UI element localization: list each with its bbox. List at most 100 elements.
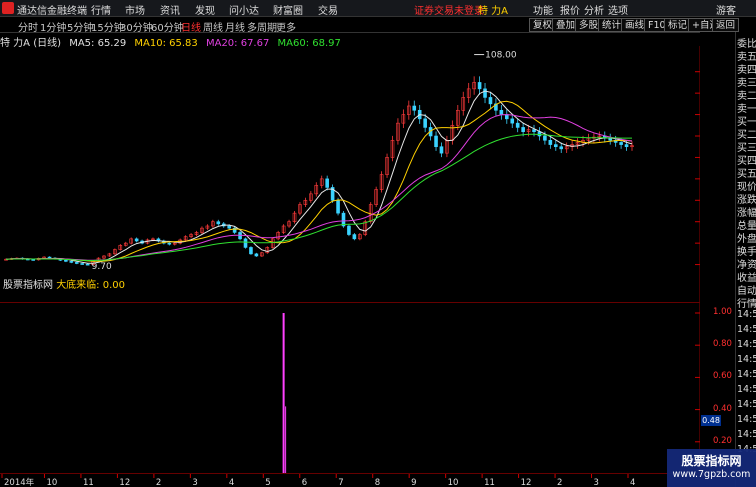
- candle-body: [521, 127, 525, 133]
- tab-monthly[interactable]: 月线: [225, 19, 245, 34]
- menu-discover[interactable]: 发现: [195, 2, 215, 17]
- candle-body: [488, 97, 493, 105]
- ma10-line: [5, 100, 633, 262]
- candle-body: [85, 263, 90, 266]
- title-bar: 通达信金融终端 行情 市场 资讯 发现 问小达 财富圈 交易 证券交易未登录 特…: [0, 0, 756, 17]
- candle-body: [31, 259, 36, 261]
- tab-30min[interactable]: 30分钟: [120, 19, 153, 34]
- date-axis-label: 3: [594, 478, 599, 487]
- date-axis-label: 11: [484, 478, 495, 487]
- tab-60min[interactable]: 60分钟: [151, 19, 184, 34]
- date-axis: 2014年 10 11 12 2 3 4 5 6 7 8 9 10 11 12 2 3 4: [0, 473, 700, 487]
- guest-label[interactable]: 游客: [716, 2, 736, 17]
- menu-market[interactable]: 市场: [125, 2, 145, 17]
- candle-body: [537, 131, 542, 137]
- tab-15min[interactable]: 15分钟: [91, 19, 124, 34]
- app-window: 通达信金融终端 行情 市场 资讯 发现 问小达 财富圈 交易 证券交易未登录 特…: [0, 0, 756, 487]
- tick-time: 14:5: [737, 399, 756, 410]
- tab-multi-period[interactable]: 多周期: [247, 19, 277, 34]
- date-axis-label: 8: [375, 478, 380, 487]
- tick-time: 14:5: [737, 354, 756, 365]
- menu-report[interactable]: 报价: [560, 2, 580, 17]
- candle-body: [515, 122, 520, 128]
- tick-time: 14:5: [737, 429, 756, 440]
- menu-trade[interactable]: 交易: [318, 2, 338, 17]
- date-axis-label: 7: [338, 478, 343, 487]
- login-warning[interactable]: 证券交易未登录: [414, 2, 484, 17]
- candle-body: [559, 146, 564, 150]
- date-axis-label: 4: [229, 478, 234, 487]
- back-button[interactable]: 返回: [712, 18, 740, 32]
- chart-info-bar: 特 力A (日线) MA5: 65.29 MA10: 65.83 MA20: 6…: [0, 34, 346, 49]
- menu-assistant[interactable]: 问小达: [229, 2, 259, 17]
- candle-body: [69, 261, 74, 263]
- candle-body: [532, 129, 536, 133]
- tick-time: 14:5: [737, 324, 756, 335]
- sub-tick-label: 0.40: [713, 403, 732, 414]
- candle-body: [352, 234, 357, 240]
- date-axis-label: 9: [411, 478, 416, 487]
- tab-weekly[interactable]: 周线: [203, 19, 223, 34]
- candle-body: [336, 199, 340, 214]
- sub-tick-label: 0.80: [713, 339, 732, 350]
- tick-time: 14:5: [737, 414, 756, 425]
- low-price-label: 9.70: [92, 262, 112, 272]
- menu-wealth[interactable]: 财富圈: [273, 2, 303, 17]
- candle-body: [64, 259, 68, 262]
- candle-body: [499, 109, 504, 115]
- candle-body: [543, 135, 547, 141]
- ma60-line: [5, 133, 632, 261]
- candle-body: [619, 142, 623, 145]
- sub-tick-label: 0.60: [713, 371, 732, 382]
- tick-time: 14:5: [737, 369, 756, 380]
- tick-time: 14:5: [737, 309, 756, 320]
- high-price-label: 108.00: [485, 51, 517, 61]
- sub-tick-label: 1.00: [713, 307, 732, 317]
- candle-body: [504, 114, 509, 120]
- candle-body: [412, 105, 417, 111]
- watermark: 股票指标网 www.7gpzb.com: [667, 449, 756, 487]
- menu-quotes[interactable]: 行情: [91, 2, 111, 17]
- candle-body: [227, 225, 231, 229]
- ma20-line: [5, 114, 633, 261]
- candle-body: [47, 256, 52, 259]
- candle-body: [216, 221, 221, 225]
- date-axis-label: 5: [265, 478, 270, 487]
- date-axis-label: 2: [156, 478, 161, 487]
- candle-body: [423, 118, 427, 128]
- ma5-line: [5, 90, 633, 264]
- candle-body: [439, 146, 444, 154]
- indicator-value: 大底来临: 0.00: [56, 280, 126, 291]
- mark-button[interactable]: 标记: [664, 18, 692, 32]
- date-axis-label: 3: [192, 478, 197, 487]
- quote-label: 行情: [737, 299, 756, 310]
- price-chart[interactable]: 100.090.0080.0070.0060.0050.0040.0030.00…: [0, 46, 700, 302]
- date-axis-label: 2014年: [4, 477, 35, 487]
- candle-body: [624, 144, 629, 148]
- indicator-chart[interactable]: [0, 302, 700, 473]
- tick-time: 14:5: [737, 384, 756, 395]
- tick-time: 14:5: [737, 339, 756, 350]
- quote-panel: 委比 卖五 卖四 卖三 卖二 卖一 买一 买二 买三 买四 买五 现价 涨跌 涨幅 总量 外盘 换手 净资 收益 自动…: [735, 32, 756, 487]
- tab-1min[interactable]: 1分钟: [40, 19, 66, 34]
- date-axis-label: 2: [557, 478, 562, 487]
- candle-body: [347, 225, 351, 235]
- menu-analysis[interactable]: 分析: [584, 2, 604, 17]
- date-axis-label: 10: [46, 478, 57, 487]
- candle-body: [483, 88, 487, 98]
- tab-intraday[interactable]: 分时: [18, 19, 38, 34]
- tab-5min[interactable]: 5分钟: [67, 19, 93, 34]
- date-axis-label: 12: [119, 478, 130, 487]
- menu-function[interactable]: 功能: [533, 2, 553, 17]
- menu-news[interactable]: 资讯: [160, 2, 180, 17]
- menu-options[interactable]: 选项: [608, 2, 628, 17]
- tab-more[interactable]: 更多: [276, 19, 296, 34]
- candle-body: [434, 135, 438, 148]
- candle-body: [553, 144, 558, 148]
- candle-body: [254, 253, 259, 257]
- app-title: 通达信金融终端: [17, 6, 87, 17]
- tab-daily[interactable]: 日线: [181, 19, 201, 34]
- candle-body: [510, 118, 515, 124]
- candle-body: [548, 139, 553, 145]
- app-logo-icon: [2, 2, 14, 14]
